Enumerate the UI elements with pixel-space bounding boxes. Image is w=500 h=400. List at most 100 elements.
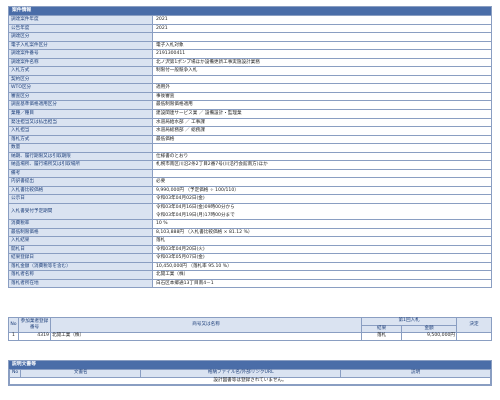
col-round-header: 第1回入札	[361, 317, 458, 326]
case-row-value: 最低価格	[153, 135, 491, 144]
case-row-value: 適用外	[153, 84, 491, 92]
col-reg-header: 参加業者登録番号	[17, 317, 51, 333]
case-row-label: 入札結果	[9, 237, 153, 245]
col-no-header: No	[8, 317, 19, 333]
case-row-value: 札幌市南区川沿2条2丁目2番7号(川沿行会館南方)ほか	[153, 161, 491, 169]
case-row-label: WTO区分	[9, 84, 153, 92]
col-amount-header: 金額	[401, 324, 458, 333]
doc-col-name: 文書名	[20, 369, 142, 378]
case-row-value: 水道局給水部 ／ 工事課	[153, 118, 491, 127]
case-row-value: 制限付一般競争入札	[153, 67, 491, 75]
doc-col-link: 格納ファイル名/外部リンクURL	[140, 369, 342, 378]
case-row-value: 落札	[153, 237, 491, 245]
case-row: 調達案件番号 2191300411	[9, 49, 491, 58]
case-row-label: 納品場所、履行場所又は引取場所	[9, 161, 153, 169]
case-row: 契約区分	[9, 74, 491, 84]
case-row-label: 契約区分	[9, 75, 153, 84]
case-row-value: 白石区本郷通13丁目南4－1	[153, 279, 491, 288]
case-row-label: 審査区分	[9, 92, 153, 101]
case-row-value	[153, 75, 491, 84]
case-row: 落札金額（消費税等を含む） 10,450,000円 （落札率 95.10 %）	[9, 261, 491, 271]
case-row: 入札書比較価格 9,990,000円 （予定価格 ÷ 100/110）	[9, 185, 491, 195]
case-row-value: 北開工業（株）	[153, 271, 491, 279]
case-row: 内訳書提出 必要	[9, 177, 491, 186]
case-row-label: 最低制限価格	[9, 228, 153, 237]
case-row-value: 令和03年05月07日(金)	[153, 254, 491, 262]
case-row: 結果登録日 令和03年05月07日(金)	[9, 253, 491, 262]
case-row: 数量	[9, 143, 491, 152]
row-name: 北開工業（株）	[49, 332, 363, 341]
case-row-value: 2191300411	[153, 50, 491, 58]
case-info-panel: 案件情報 調達案件年度 2021 公告年度 2021 調達区分 電子入札案件区分 電子入札対…	[8, 6, 492, 289]
col-name-header: 商号又は名称	[49, 317, 363, 333]
case-row-label: 落札金額（消費税等を含む）	[9, 262, 153, 271]
case-row: 備考	[9, 168, 491, 178]
case-row-label: 入札方式	[9, 67, 153, 75]
case-row-label: 結果登録日	[9, 254, 153, 262]
case-row: 調達区分	[9, 32, 491, 41]
case-row-value: 水道局総務部 ／ 総務課	[153, 127, 491, 135]
case-row: 入札担当 水道局総務部 ／ 総務課	[9, 126, 491, 135]
bid-results-table: No 参加業者登録番号 商号又は名称 第1回入札 決定 結果 金額 1 4319…	[8, 317, 492, 341]
col-decision-header: 決定	[456, 317, 492, 333]
case-row-label: 公告年度	[9, 24, 153, 33]
case-row: 公示日 令和03年04月02日(金)	[9, 194, 491, 204]
case-row-label: 公示日	[9, 195, 153, 204]
case-row-value: 事後審査	[153, 92, 491, 101]
row-amount: 9,500,000円	[401, 332, 458, 341]
case-row-label: 開札日	[9, 245, 153, 254]
case-row: 入札方式 制限付一般競争入札	[9, 66, 491, 75]
case-row: 公告年度 2021	[9, 23, 491, 33]
case-row: 業種／種目 建設関連サービス業 ／ 設備設計・監理業	[9, 109, 491, 118]
case-row-value: 令和03年04月02日(金)	[153, 195, 491, 204]
case-row-label: 消費税率	[9, 220, 153, 228]
case-row-label: 調達案件年度	[9, 16, 153, 24]
case-row-label: 調達区分	[9, 33, 153, 41]
case-row-value: 2021	[153, 24, 491, 33]
case-row-value: 最低制限価格適用	[153, 101, 491, 110]
case-row: 電子入札案件区分 電子入札対象	[9, 40, 491, 50]
documents-header: 説明文書等	[9, 361, 491, 369]
case-row-value: 令和03年04月16日(金)09時00分から 令和03年04月19日(月)17時0…	[153, 204, 491, 220]
case-row-value: 北ノ沢第1ポンプ場ほか設備更新工事実施設計業務	[153, 58, 491, 67]
case-row-value: 電子入札対象	[153, 41, 491, 50]
case-row: 発注担当又は払出担当 水道局給水部 ／ 工事課	[9, 117, 491, 127]
case-row: 落札方式 最低価格	[9, 134, 491, 144]
table-row: 1 4319 北開工業（株） 落札 9,500,000円	[8, 332, 492, 341]
case-row-label: 落札方式	[9, 135, 153, 144]
case-row-label: 調査基準価格適用区分	[9, 101, 153, 110]
case-row: 納期、履行期限又は引取期限 仕様書のとおり	[9, 151, 491, 161]
case-row-label: 電子入札案件区分	[9, 41, 153, 50]
case-row-value: 必要	[153, 178, 491, 186]
case-row-label: 発注担当又は払出担当	[9, 118, 153, 127]
case-row: 納品場所、履行場所又は引取場所 札幌市南区川沿2条2丁目2番7号(川沿行会館南方)…	[9, 160, 491, 169]
case-row: 調達案件年度 2021	[9, 15, 491, 24]
case-row-value: 10,450,000円 （落札率 95.10 %）	[153, 262, 491, 271]
case-row-value-line: 令和03年04月16日(金)09時00分から	[156, 205, 235, 211]
doc-col-no: No	[8, 369, 22, 378]
col-result-header: 結果	[361, 324, 403, 333]
case-row-value-line: 令和03年04月19日(月)17時00分まで	[156, 212, 235, 218]
case-row: 調達案件名称 北ノ沢第1ポンプ場ほか設備更新工事実施設計業務	[9, 57, 491, 67]
case-row-label: 入札書受付予定期間	[9, 204, 153, 220]
case-row: 消費税率 10 %	[9, 219, 491, 228]
case-row-label: 納期、履行期限又は引取期限	[9, 152, 153, 161]
case-row: 入札書受付予定期間 令和03年04月16日(金)09時00分から 令和03年04月1…	[9, 203, 491, 220]
case-row-label: 入札書比較価格	[9, 186, 153, 195]
row-reg: 4319	[17, 332, 51, 341]
case-row-label: 調達案件名称	[9, 58, 153, 67]
case-row-label: 備考	[9, 169, 153, 178]
case-row: WTO区分 適用外	[9, 83, 491, 92]
case-row: 調査基準価格適用区分 最低制限価格適用	[9, 100, 491, 110]
case-row: 審査区分 事後審査	[9, 91, 491, 101]
case-row-label: 数量	[9, 144, 153, 152]
case-row-value: 8,103,888円 （入札書比較価格 × 81.12 %）	[153, 228, 491, 237]
case-row-label: 落札者所在地	[9, 279, 153, 288]
doc-col-desc: 説明	[340, 369, 491, 378]
case-row-value: 10 %	[153, 220, 491, 228]
case-row-value: 仕様書のとおり	[153, 152, 491, 161]
case-row: 落札者所在地 白石区本郷通13丁目南4－1	[9, 278, 491, 288]
case-row: 開札日 令和03年04月20日(火)	[9, 244, 491, 254]
row-decision	[456, 332, 492, 341]
documents-panel: 説明文書等 No 文書名 格納ファイル名/外部リンクURL 説明 設計図書等は登…	[8, 360, 492, 386]
